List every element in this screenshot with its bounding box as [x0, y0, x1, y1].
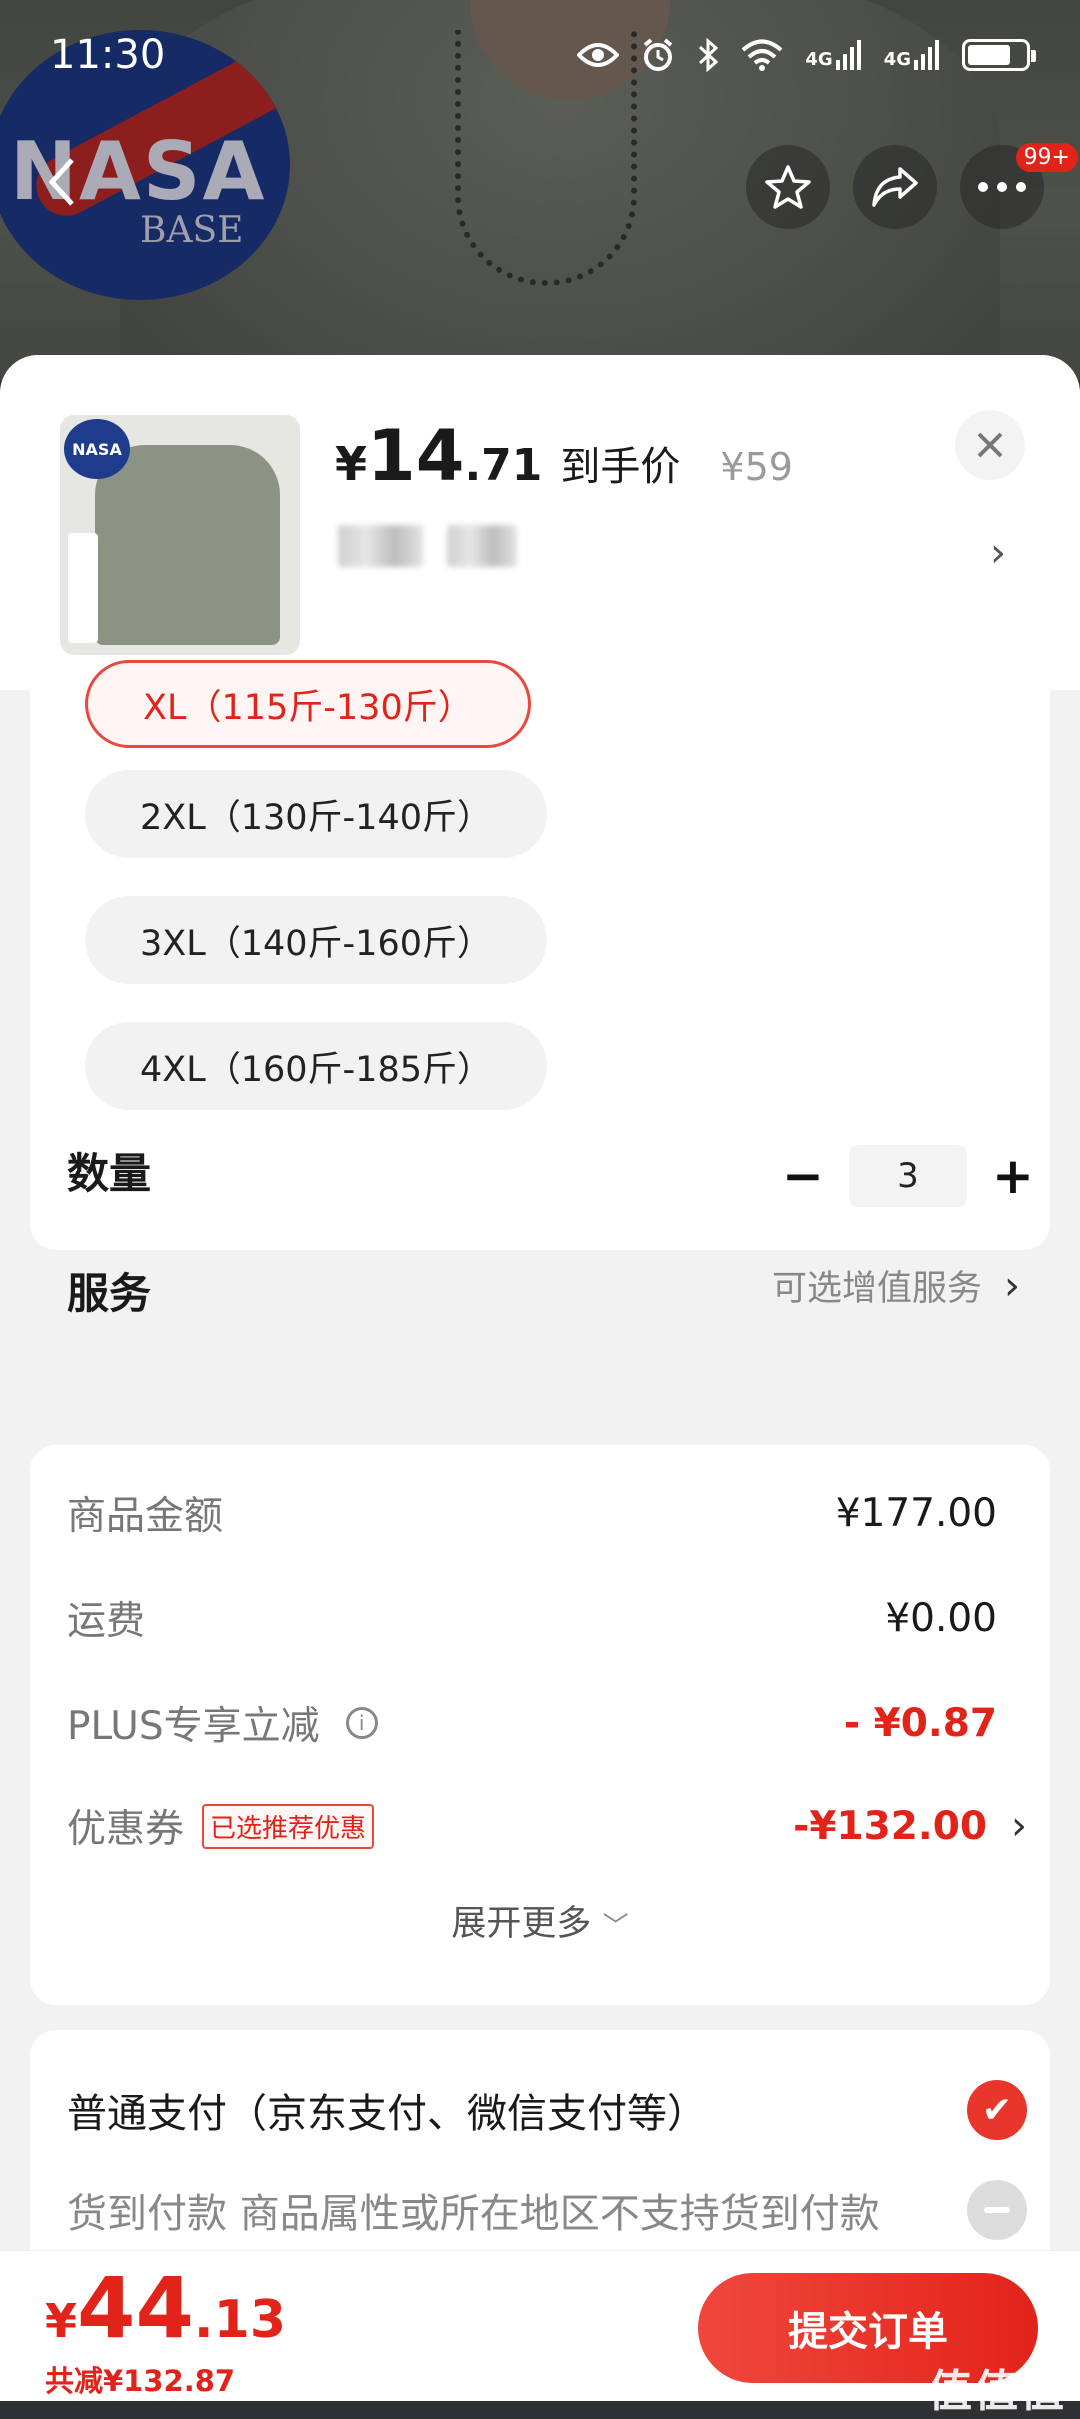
plus-discount-row: PLUS专享立减 i - ¥0.87 — [67, 1695, 997, 1751]
total-saved: 共减¥132.87 — [45, 2364, 236, 2398]
size-chip-2xl[interactable]: 2XL（130斤-140斤） — [85, 770, 547, 858]
price-summary-card: 商品金额 ¥177.00 运费 ¥0.00 PLUS专享立减 i - ¥0.87… — [30, 1445, 1050, 2005]
cod-payment-option: 货到付款 商品属性或所在地区不支持货到付款 — [67, 2180, 1027, 2240]
info-icon[interactable]: i — [345, 1707, 378, 1739]
product-thumbnail[interactable]: NASA — [60, 415, 300, 655]
quantity-label: 数量 — [67, 1149, 152, 1198]
thumb-logo: NASA — [64, 419, 130, 479]
coupon-row[interactable]: 优惠券 已选推荐优惠 -¥132.00 › — [67, 1798, 1027, 1854]
price-decimal: .71 — [464, 440, 543, 491]
favorite-button[interactable] — [746, 145, 830, 229]
size-chip-xl[interactable]: XL（115斤-130斤） — [85, 660, 531, 748]
checkmark-icon[interactable]: ✔ — [967, 2080, 1027, 2140]
wifi-icon — [742, 39, 783, 71]
watermark-url: zhizhizhi.com — [959, 2385, 1068, 2404]
bottom-action-bar: ¥ 44 .13 共减¥132.87 提交订单 — [0, 2250, 1080, 2401]
expand-more-button[interactable]: 展开更多 ﹀ — [30, 1895, 1050, 1946]
chevron-right-icon[interactable]: › — [990, 530, 1006, 576]
message-badge: 99+ — [1015, 143, 1078, 172]
service-label: 服务 — [67, 1269, 152, 1318]
disabled-icon — [967, 2180, 1027, 2240]
status-time: 11:30 — [50, 32, 166, 78]
status-icons: 4G 4G — [577, 38, 1036, 72]
coupon-label: 优惠券 — [67, 1807, 185, 1852]
shipping-row: 运费 ¥0.00 — [67, 1590, 997, 1646]
shipping-value: ¥0.00 — [885, 1595, 997, 1641]
star-icon — [765, 165, 811, 209]
chevron-left-icon — [48, 158, 74, 206]
expand-more-label: 展开更多 — [451, 1904, 592, 1944]
close-icon — [977, 432, 1003, 458]
goods-amount-row: 商品金额 ¥177.00 — [67, 1485, 997, 1541]
goods-amount-value: ¥177.00 — [835, 1490, 997, 1536]
chevron-right-icon: › — [1004, 1262, 1020, 1309]
signal-icon-2: 4G — [884, 40, 940, 70]
more-button[interactable]: 99+ — [960, 143, 1078, 229]
status-bar: 11:30 4G 4G — [0, 0, 1080, 110]
price-label: 到手价 — [560, 444, 681, 490]
minus-button[interactable]: − — [775, 1147, 831, 1205]
signal-icon: 4G — [805, 40, 861, 70]
coupon-value: -¥132.00 — [793, 1803, 987, 1849]
price-line: ¥ 14 .71 到手价 ¥59 — [335, 415, 793, 497]
sku-sheet: NASA ¥ 14 .71 到手价 ¥59 › XL（115斤-130斤） 2X… — [0, 355, 1080, 2400]
price-integer: 14 — [367, 415, 465, 497]
plus-discount-label: PLUS专享立减 — [67, 1704, 320, 1749]
shipping-label: 运费 — [67, 1599, 146, 1644]
selected-spec-blurred — [338, 525, 517, 567]
price-symbol: ¥ — [335, 437, 368, 491]
eye-icon — [577, 43, 620, 67]
share-button[interactable] — [853, 145, 937, 229]
plus-button[interactable]: + — [985, 1147, 1041, 1205]
battery-icon — [962, 39, 1036, 71]
service-selector[interactable]: 可选增值服务 › — [772, 1260, 1020, 1311]
total-decimal: .13 — [193, 2290, 287, 2350]
goods-amount-label: 商品金额 — [67, 1494, 224, 1539]
close-button[interactable] — [955, 410, 1025, 480]
normal-payment-option[interactable]: 普通支付（京东支付、微信支付等） ✔ — [67, 2080, 1027, 2140]
share-icon — [872, 167, 918, 207]
normal-payment-label: 普通支付（京东支付、微信支付等） — [67, 2091, 707, 2137]
chevron-down-icon: ﹀ — [602, 1912, 629, 1942]
total-symbol: ¥ — [45, 2294, 78, 2348]
more-icon — [978, 182, 1026, 192]
quantity-stepper: − 3 + — [775, 1145, 1041, 1207]
sheet-header: NASA ¥ 14 .71 到手价 ¥59 › — [0, 355, 1080, 690]
spec-card: XL（115斤-130斤） 2XL（130斤-140斤） 3XL（140斤-16… — [30, 660, 1050, 1318]
size-chip-3xl[interactable]: 3XL（140斤-160斤） — [85, 896, 547, 984]
quantity-input[interactable]: 3 — [849, 1145, 967, 1207]
coupon-tag: 已选推荐优惠 — [202, 1803, 375, 1849]
alarm-icon — [644, 38, 673, 71]
total-price: ¥ 44 .13 — [45, 2259, 286, 2357]
back-button[interactable] — [20, 140, 104, 224]
service-hint: 可选增值服务 — [771, 1269, 982, 1309]
original-price: ¥59 — [720, 445, 793, 489]
cod-payment-label: 货到付款 商品属性或所在地区不支持货到付款 — [67, 2191, 880, 2237]
total-integer: 44 — [77, 2259, 194, 2357]
bluetooth-icon — [699, 38, 719, 72]
chevron-right-icon: › — [1011, 1803, 1027, 1849]
size-chip-4xl[interactable]: 4XL（160斤-185斤） — [85, 1022, 547, 1110]
plus-discount-value: - ¥0.87 — [843, 1700, 997, 1746]
